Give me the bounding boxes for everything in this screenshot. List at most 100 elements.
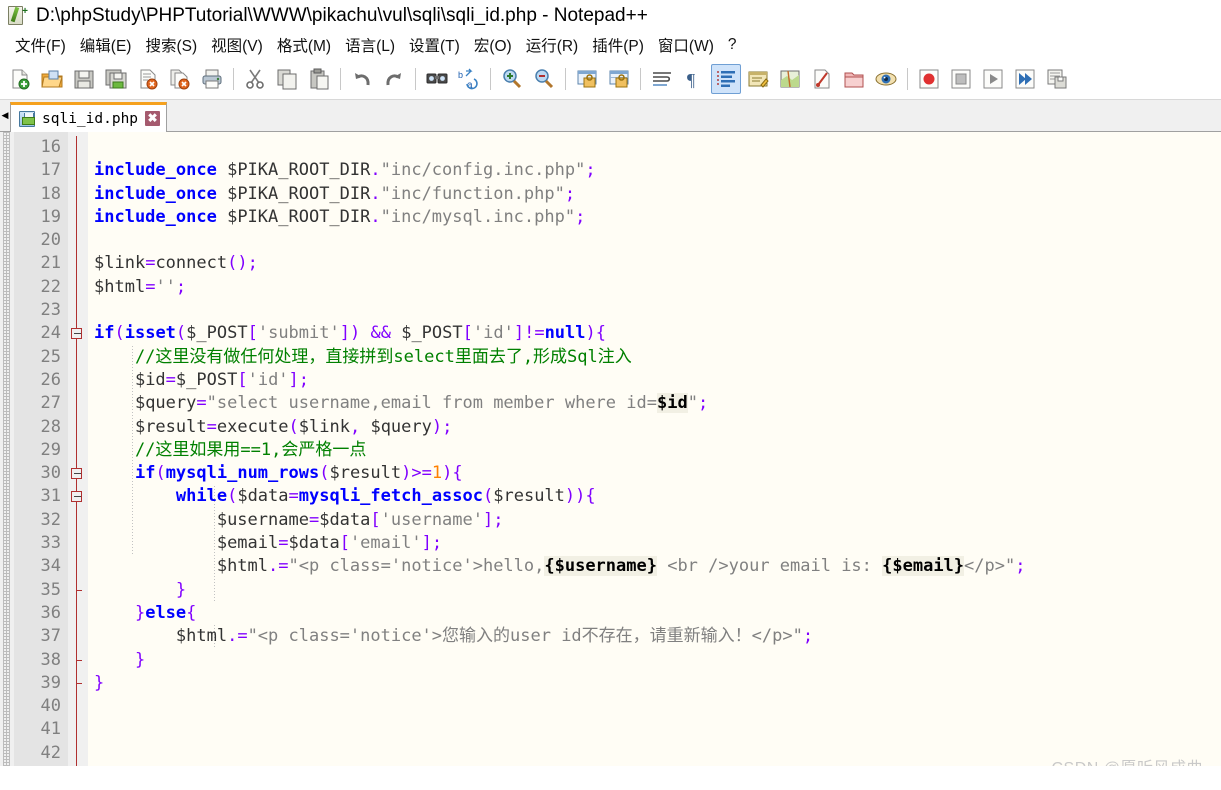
code-folding-gutter[interactable]	[68, 132, 88, 790]
menu-run[interactable]: 运行(R)	[519, 32, 586, 58]
code-line[interactable]: $id=$_POST['id'];	[88, 369, 1221, 392]
code-token: //这里如果用==1,会严格一点	[94, 439, 367, 460]
code-line[interactable]: $html.="<p class='notice'>hello,{$userna…	[88, 555, 1221, 578]
paste-icon[interactable]	[304, 64, 334, 94]
fold-toggle[interactable]	[71, 468, 82, 480]
cut-icon[interactable]	[240, 64, 270, 94]
code-text[interactable]: include_once $PIKA_ROOT_DIR."inc/config.…	[88, 132, 1221, 790]
sync-horizontal-scroll-icon[interactable]	[604, 64, 634, 94]
code-line[interactable]	[88, 136, 1221, 159]
code-line[interactable]: }else{	[88, 602, 1221, 625]
menu-help[interactable]: ?	[721, 34, 744, 56]
code-line[interactable]: while($data=mysqli_fetch_assoc($result))…	[88, 485, 1221, 508]
copy-icon[interactable]	[272, 64, 302, 94]
tab-close-icon[interactable]: ✖	[145, 111, 161, 126]
open-file-icon[interactable]	[37, 64, 67, 94]
code-token: &&	[370, 323, 391, 344]
save-icon[interactable]	[69, 64, 99, 94]
code-line[interactable]: include_once $PIKA_ROOT_DIR."inc/functio…	[88, 183, 1221, 206]
editor-bottom-strip	[0, 766, 1221, 790]
code-token: 'id'	[247, 369, 289, 390]
menu-plugins[interactable]: 插件(P)	[585, 32, 651, 58]
code-line[interactable]: $link=connect();	[88, 252, 1221, 275]
code-token: ;	[1015, 556, 1026, 577]
code-line[interactable]: $html='';	[88, 276, 1221, 299]
zoom-in-icon[interactable]	[497, 64, 527, 94]
code-line[interactable]: }	[88, 579, 1221, 602]
user-defined-language-icon[interactable]	[743, 64, 773, 94]
tab-scroll-left-icon[interactable]: ◀	[0, 100, 10, 131]
word-wrap-icon[interactable]	[647, 64, 677, 94]
code-line[interactable]: }	[88, 649, 1221, 672]
code-line[interactable]: if(mysqli_num_rows($result)>=1){	[88, 462, 1221, 485]
code-line[interactable]: $html.="<p class='notice'>您输入的user id不存在…	[88, 625, 1221, 648]
tab-sqli-id-php[interactable]: sqli_id.php ✖	[10, 102, 168, 132]
code-token: while	[175, 486, 228, 507]
run-macro-multiple-icon[interactable]	[1010, 64, 1040, 94]
find-icon[interactable]	[422, 64, 452, 94]
code-line[interactable]: $result=execute($link, $query);	[88, 416, 1221, 439]
indent-guide-icon[interactable]	[711, 63, 741, 94]
code-token: [	[339, 533, 350, 554]
code-line[interactable]: $username=$data['username'];	[88, 509, 1221, 532]
menu-search[interactable]: 搜索(S)	[138, 32, 204, 58]
redo-icon[interactable]	[379, 64, 409, 94]
zoom-out-icon[interactable]	[529, 64, 559, 94]
menu-window[interactable]: 窗口(W)	[651, 32, 721, 58]
code-token: {	[186, 602, 197, 623]
record-macro-icon[interactable]	[914, 64, 944, 94]
code-line[interactable]	[88, 695, 1221, 718]
document-map-icon[interactable]	[775, 64, 805, 94]
code-token: !=	[524, 323, 545, 344]
menu-file[interactable]: 文件(F)	[8, 32, 73, 58]
code-line[interactable]: if(isset($_POST['submit']) && $_POST['id…	[88, 322, 1221, 345]
stop-recording-icon[interactable]	[946, 64, 976, 94]
fold-toggle[interactable]	[71, 328, 82, 340]
code-token: =	[145, 253, 156, 274]
fold-end-marker	[76, 659, 82, 661]
code-line[interactable]	[88, 718, 1221, 741]
menu-format[interactable]: 格式(M)	[270, 32, 338, 58]
menu-view[interactable]: 视图(V)	[204, 32, 270, 58]
menu-macro[interactable]: 宏(O)	[467, 32, 519, 58]
function-list-icon[interactable]	[807, 64, 837, 94]
menu-edit[interactable]: 编辑(E)	[73, 32, 139, 58]
code-line[interactable]: include_once $PIKA_ROOT_DIR."inc/mysql.i…	[88, 206, 1221, 229]
code-line[interactable]	[88, 299, 1221, 322]
code-line[interactable]: }	[88, 672, 1221, 695]
code-line[interactable]	[88, 229, 1221, 252]
replace-icon[interactable]: b a	[454, 64, 484, 94]
print-icon[interactable]	[197, 64, 227, 94]
close-all-files-icon[interactable]	[165, 64, 195, 94]
code-line[interactable]: include_once $PIKA_ROOT_DIR."inc/config.…	[88, 159, 1221, 182]
save-all-icon[interactable]	[101, 64, 131, 94]
code-line[interactable]: //这里如果用==1,会严格一点	[88, 439, 1221, 462]
folder-as-workspace-icon[interactable]	[839, 64, 869, 94]
code-line[interactable]: $query="select username,email from membe…	[88, 392, 1221, 415]
code-line[interactable]: $email=$data['email'];	[88, 532, 1221, 555]
sync-vertical-scroll-icon[interactable]	[572, 64, 602, 94]
new-file-icon[interactable]	[5, 64, 35, 94]
bookmark-margin[interactable]	[0, 132, 14, 790]
close-file-icon[interactable]	[133, 64, 163, 94]
save-macro-icon[interactable]	[1042, 64, 1072, 94]
monitoring-icon[interactable]	[871, 64, 901, 94]
menu-settings[interactable]: 设置(T)	[402, 32, 467, 58]
play-macro-icon[interactable]	[978, 64, 1008, 94]
code-line[interactable]: //这里没有做任何处理，直接拼到select里面去了,形成Sql注入	[88, 346, 1221, 369]
editor-area[interactable]: 16 17 18 19 20 21 22 23 24 25 26 27 28 29 30 31 32 33 34 35…	[0, 132, 1221, 790]
line-number: 31	[40, 486, 61, 507]
show-all-characters-icon[interactable]: ¶	[679, 64, 709, 94]
fold-row	[68, 369, 88, 392]
line-number: 41	[40, 719, 61, 740]
menu-language[interactable]: 语言(L)	[338, 32, 402, 58]
fold-toggle[interactable]	[71, 491, 82, 503]
fold-row	[68, 695, 88, 718]
undo-icon[interactable]	[347, 64, 377, 94]
